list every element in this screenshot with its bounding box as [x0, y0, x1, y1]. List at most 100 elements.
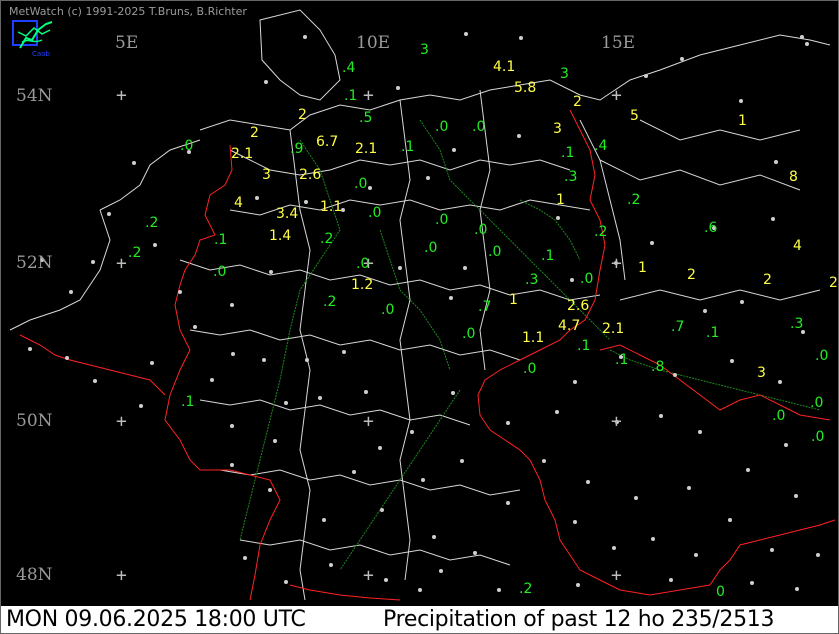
precip-value: 1	[738, 113, 747, 129]
copyright-text: MetWatch (c) 1991-2025 T.Bruns, B.Richte…	[9, 5, 247, 18]
precip-value: 8	[789, 169, 798, 185]
precip-value: .7	[671, 319, 685, 335]
precip-value: .0	[435, 119, 449, 135]
precip-value: .0	[815, 348, 829, 364]
precip-value: .0	[811, 429, 825, 445]
precip-value: .0	[810, 395, 824, 411]
precip-value: 3	[262, 167, 271, 183]
product-description: Precipitation of past 12 ho 235/2513	[383, 607, 775, 632]
weather-map: MetWatch (c) 1991-2025 T.Bruns, B.Richte…	[0, 0, 839, 604]
precip-value: .2	[594, 224, 608, 240]
precip-value: 5	[630, 108, 639, 124]
precip-value: .2	[128, 245, 142, 261]
precip-value: .1	[181, 394, 195, 410]
precip-value: 2	[829, 275, 838, 291]
station-markers	[28, 32, 820, 592]
region-outlines	[9, 9, 831, 601]
precip-value: 1.4	[269, 228, 292, 244]
precip-value: .0	[474, 222, 488, 238]
precip-value: .2	[145, 215, 159, 231]
country-borders	[19, 109, 836, 601]
logo-label: Caob	[32, 50, 50, 58]
precip-value: .0	[424, 240, 438, 256]
metwatch-logo-icon: Caob	[12, 18, 56, 60]
precip-value: 3.4	[276, 206, 299, 222]
precip-value: 2	[763, 272, 772, 288]
longitude-label-5e: 5E	[115, 33, 139, 53]
precip-value: 0	[716, 584, 725, 600]
precip-value: .2	[320, 231, 334, 247]
precip-value: .2	[627, 192, 641, 208]
precip-value: 2.1	[355, 141, 378, 157]
precip-value: 3	[757, 365, 766, 381]
precip-value: .7	[478, 299, 492, 315]
precip-value: 2	[573, 94, 582, 110]
graticule-cross: +	[611, 411, 622, 432]
precip-value: .0	[180, 138, 194, 154]
precip-value: 2.1	[231, 146, 254, 162]
graticule-cross: +	[611, 253, 622, 274]
precip-value: 1	[638, 260, 647, 276]
graticule-cross: +	[363, 565, 374, 586]
precip-value: 4.1	[493, 59, 516, 75]
precip-value: 2	[298, 107, 307, 123]
precip-value: .3	[564, 169, 578, 185]
status-bar: MON 09.06.2025 18:00 UTC Precipitation o…	[0, 604, 839, 634]
graticule-cross: +	[116, 253, 127, 274]
precip-value: 2	[250, 125, 259, 141]
precip-value: 3	[553, 121, 562, 137]
precip-value: 4	[793, 238, 802, 254]
precip-value: .0	[435, 212, 449, 228]
precip-value: 2.6	[299, 167, 322, 183]
precip-value: .0	[580, 271, 594, 287]
precip-value: .3	[790, 316, 804, 332]
precip-value: .4	[594, 138, 608, 154]
observation-datetime: MON 09.06.2025 18:00 UTC	[6, 607, 306, 632]
precip-value: 2.6	[567, 298, 590, 314]
precip-value: .1	[561, 145, 575, 161]
precip-value: .0	[356, 256, 370, 272]
graticule-cross: +	[116, 565, 127, 586]
precip-value: .6	[704, 220, 718, 236]
precip-value: .2	[323, 294, 337, 310]
graticule-cross: +	[116, 85, 127, 106]
precip-value: 1.1	[320, 199, 343, 215]
precip-value: .0	[772, 408, 786, 424]
precip-value: 4.7	[558, 318, 581, 334]
precip-value: .1	[401, 139, 415, 155]
precip-value: .1	[214, 232, 228, 248]
graticule-cross: +	[363, 411, 374, 432]
precip-value: .0	[488, 244, 502, 260]
precip-value: .8	[651, 359, 665, 375]
latitude-label-48n: 48N	[16, 565, 53, 585]
precip-value: 2	[687, 267, 696, 283]
longitude-label-10e: 10E	[356, 33, 391, 53]
precip-value: .0	[381, 302, 395, 318]
precip-value: .0	[354, 176, 368, 192]
precip-value: .0	[472, 119, 486, 135]
latitude-label-54n: 54N	[16, 86, 53, 106]
precip-value: .4	[342, 60, 356, 76]
precip-value: .9	[290, 141, 304, 157]
latitude-label-50n: 50N	[16, 411, 53, 431]
graticule-cross: +	[116, 411, 127, 432]
precip-value: .1	[541, 248, 555, 264]
graticule-cross: +	[611, 565, 622, 586]
precip-value: .0	[462, 326, 476, 342]
precip-value: .3	[525, 272, 539, 288]
precip-value: 1.1	[522, 330, 545, 346]
precip-value: 3	[420, 42, 429, 58]
precip-value: 1	[509, 292, 518, 308]
precip-value: 3	[560, 66, 569, 82]
precip-value: .0	[523, 361, 537, 377]
precip-value: 1	[556, 192, 565, 208]
precip-value: .1	[615, 352, 629, 368]
latitude-label-52n: 52N	[16, 253, 53, 273]
precip-value: .1	[577, 338, 591, 354]
graticule-cross: +	[363, 85, 374, 106]
precip-value: .2	[519, 581, 533, 597]
precip-value: .1	[706, 325, 720, 341]
precip-value: 1.2	[351, 277, 374, 293]
graticule-cross: +	[611, 85, 622, 106]
longitude-label-15e: 15E	[601, 33, 636, 53]
